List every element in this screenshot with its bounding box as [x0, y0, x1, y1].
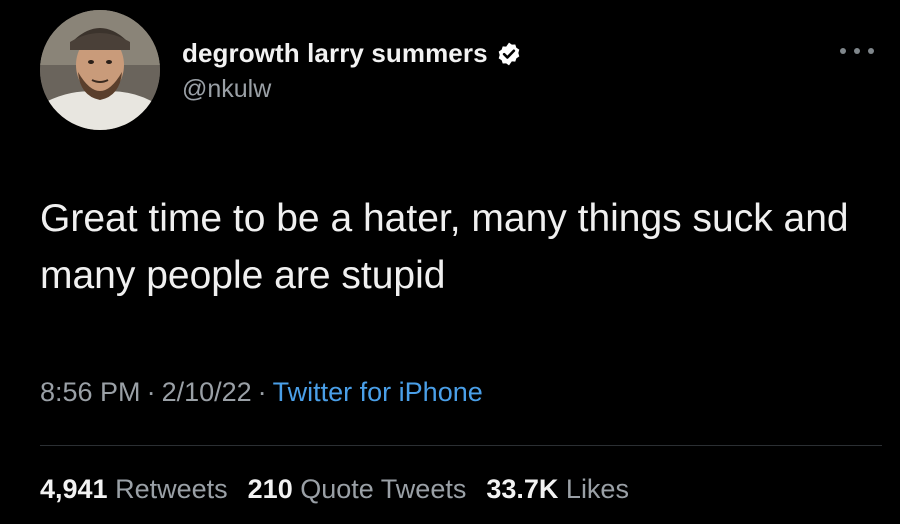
tweet-stats: 4,941 Retweets 210 Quote Tweets 33.7K Like… [40, 474, 649, 505]
tweet-card: degrowth larry summers @nkulw Great time… [0, 0, 900, 524]
tweet-meta: 8:56 PM · 2/10/22 · Twitter for iPhone [40, 377, 483, 408]
tweet-date[interactable]: 2/10/22 [162, 377, 252, 407]
display-name[interactable]: degrowth larry summers [182, 38, 488, 69]
handle[interactable]: @nkulw [182, 75, 522, 104]
avatar-image [40, 10, 160, 130]
tweet-source[interactable]: Twitter for iPhone [273, 377, 483, 407]
avatar[interactable] [40, 10, 160, 130]
quote-tweets-count: 210 [247, 474, 293, 504]
verified-badge-icon [496, 41, 522, 67]
quote-tweets-label: Quote Tweets [300, 474, 467, 504]
meta-separator: · [257, 377, 267, 407]
more-dot [868, 48, 874, 54]
quote-tweets-stat[interactable]: 210 Quote Tweets [248, 474, 467, 504]
display-name-row: degrowth larry summers [182, 38, 522, 69]
likes-count: 33.7K [486, 474, 559, 504]
divider [40, 445, 882, 446]
retweets-label: Retweets [115, 474, 228, 504]
likes-label: Likes [565, 474, 629, 504]
author-names: degrowth larry summers @nkulw [182, 38, 522, 104]
retweets-count: 4,941 [40, 474, 108, 504]
more-options-icon[interactable] [840, 46, 874, 56]
more-dot [854, 48, 860, 54]
more-dot [840, 48, 846, 54]
tweet-time[interactable]: 8:56 PM [40, 377, 141, 407]
likes-stat[interactable]: 33.7K Likes [486, 474, 629, 504]
meta-separator: · [146, 377, 156, 407]
tweet-header: degrowth larry summers @nkulw [40, 10, 880, 135]
retweets-stat[interactable]: 4,941 Retweets [40, 474, 228, 504]
tweet-text: Great time to be a hater, many things su… [40, 197, 849, 297]
